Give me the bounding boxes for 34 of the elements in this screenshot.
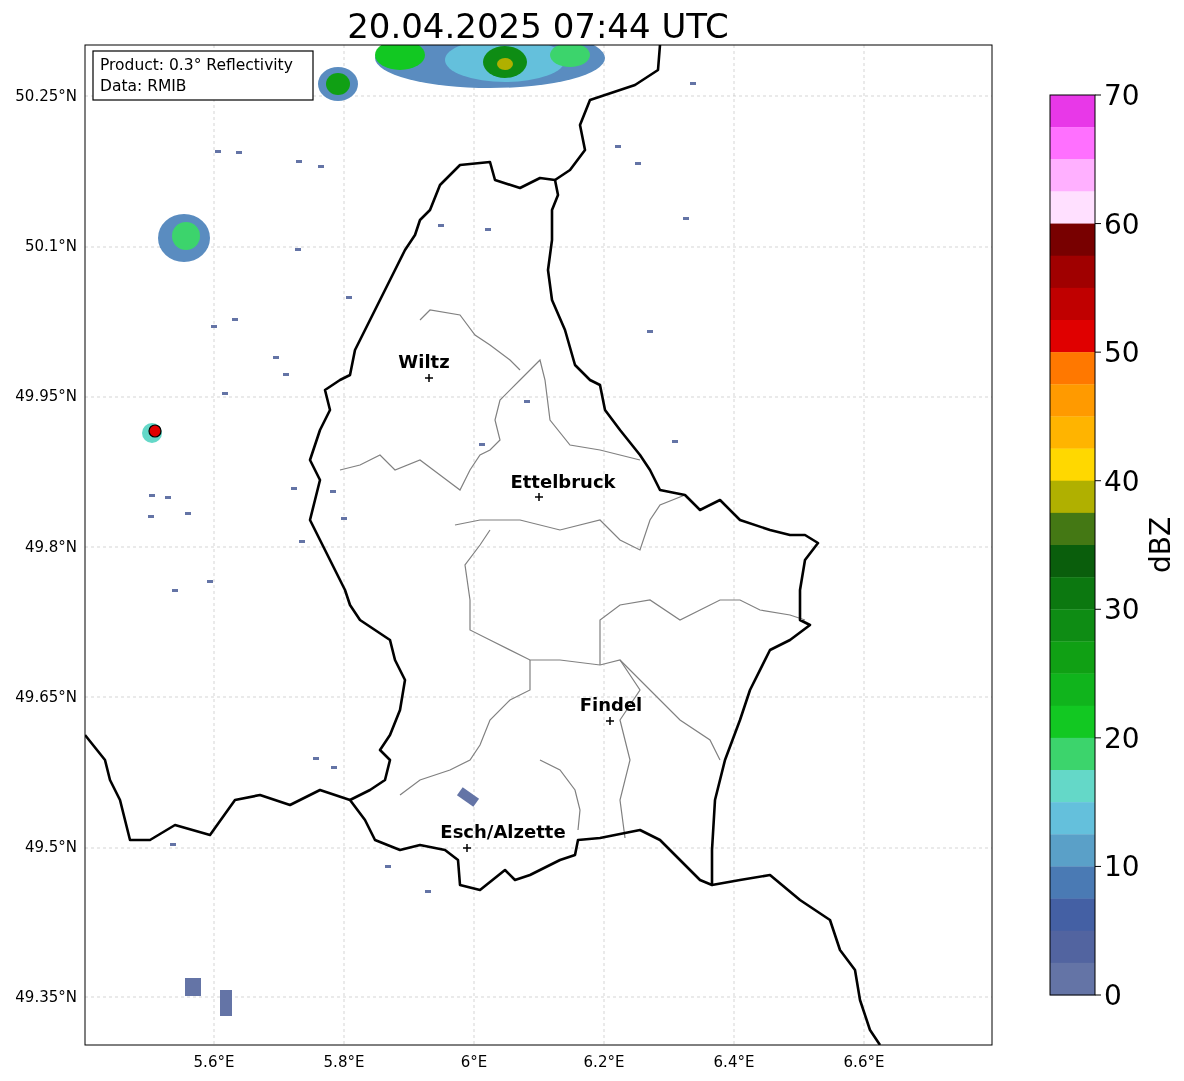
colorbar-tick-label: 20 bbox=[1104, 721, 1140, 755]
longitude-label: 6°E bbox=[460, 1053, 488, 1071]
colorbar-tick-label: 40 bbox=[1104, 464, 1140, 498]
longitude-label: 5.6°E bbox=[193, 1053, 235, 1071]
latitude-label: 49.5°N bbox=[24, 838, 77, 856]
longitude-label: 6.4°E bbox=[713, 1053, 755, 1071]
radar-site-icon bbox=[148, 424, 162, 438]
latitude-label: 49.65°N bbox=[15, 687, 77, 706]
colorbar-tick-label: 60 bbox=[1104, 207, 1140, 241]
city-marker-icon bbox=[605, 716, 615, 726]
city-marker-icon bbox=[424, 373, 434, 383]
info-text: Data: RMIB bbox=[100, 77, 187, 95]
latitude-label: 50.1°N bbox=[24, 237, 77, 256]
colorbar-tick-label: 70 bbox=[1104, 79, 1140, 112]
city-label: Esch/Alzette bbox=[440, 821, 566, 842]
chart-title: 20.04.2025 07:44 UTC bbox=[347, 6, 729, 46]
latitude-label: 50.25°N bbox=[15, 87, 77, 105]
colorbar-tick-label: 30 bbox=[1104, 593, 1140, 627]
latitude-label: 49.35°N bbox=[15, 988, 77, 1007]
colorbar-tick-label: 10 bbox=[1104, 850, 1140, 884]
latitude-label: 49.8°N bbox=[24, 537, 77, 556]
colorbar-label: dBZ bbox=[1144, 516, 1177, 574]
city-label: Ettelbruck bbox=[510, 471, 616, 492]
longitude-label: 5.8°E bbox=[323, 1053, 365, 1071]
latitude-label: 49.95°N bbox=[15, 387, 77, 406]
city-label: Findel bbox=[579, 694, 643, 715]
city-marker-icon bbox=[462, 843, 472, 853]
colorbar-tick-label: 0 bbox=[1104, 979, 1122, 1012]
longitude-label: 6.2°E bbox=[583, 1053, 625, 1071]
info-text: Product: 0.3° Reflectivity bbox=[100, 56, 293, 74]
colorbar-tick-label: 50 bbox=[1104, 336, 1140, 370]
longitude-label: 6.6°E bbox=[843, 1053, 885, 1071]
city-marker-icon bbox=[534, 492, 544, 502]
city-label: Wiltz bbox=[398, 351, 450, 372]
